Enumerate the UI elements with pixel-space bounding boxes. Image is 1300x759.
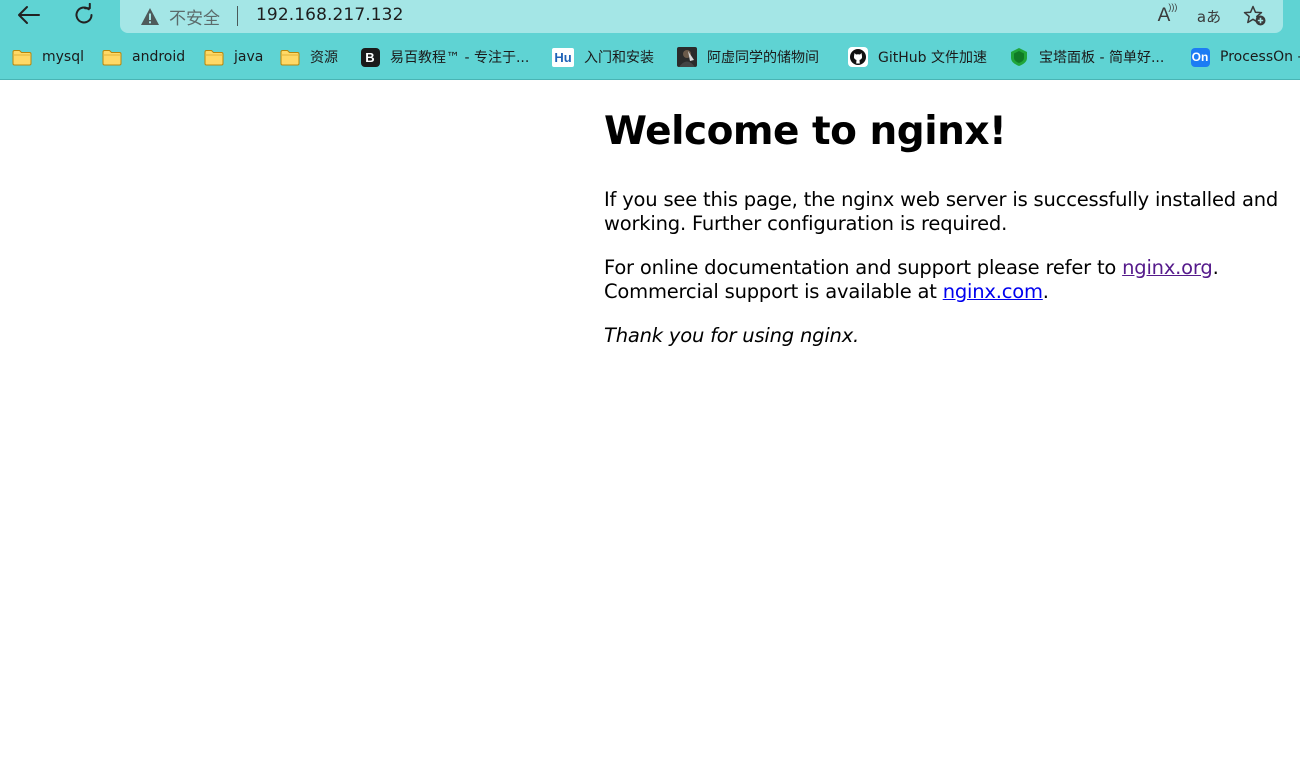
warning-triangle-icon	[141, 7, 159, 25]
bookmark-mysql[interactable]: mysql	[12, 45, 84, 69]
refresh-icon	[75, 3, 93, 24]
yiibai-icon: B	[360, 47, 380, 67]
page-content: Welcome to nginx! If you see this page, …	[604, 104, 1284, 368]
bookmark-hu[interactable]: Hu 入门和安装	[552, 45, 654, 69]
address-bar[interactable]: 不安全 192.168.217.132 A))) aあ	[120, 0, 1283, 33]
docs-paragraph: For online documentation and support ple…	[604, 256, 1284, 304]
bookmark-label: 易百教程™ - 专注于...	[390, 50, 530, 66]
browser-toolbar: 不安全 192.168.217.132 A))) aあ	[0, 0, 1300, 36]
refresh-button[interactable]	[64, 0, 104, 30]
bookmark-processon[interactable]: On ProcessOn -	[1190, 45, 1300, 69]
bookmark-github-accel[interactable]: GitHub 文件加速	[848, 45, 987, 69]
bookmark-resources[interactable]: 资源	[280, 45, 338, 69]
security-label: 不安全	[169, 8, 220, 29]
commercial-text: Commercial support is available at	[604, 280, 943, 303]
hu-icon: Hu	[552, 47, 574, 67]
bookmark-bt-panel[interactable]: 宝塔面板 - 简单好...	[1009, 45, 1164, 69]
folder-icon	[280, 48, 300, 66]
bookmark-label: 宝塔面板 - 简单好...	[1039, 50, 1165, 66]
add-favorite-button[interactable]	[1242, 4, 1268, 28]
bookmark-label: mysql	[42, 49, 84, 65]
bookmark-label: 阿虚同学的储物间	[707, 50, 819, 66]
bookmark-label: ProcessOn -	[1220, 49, 1300, 65]
page-title: Welcome to nginx!	[604, 109, 1007, 154]
bookmark-yiibai[interactable]: B 易百教程™ - 专注于...	[360, 45, 529, 69]
read-aloud-button[interactable]: A)))	[1151, 2, 1178, 28]
bookmark-label: java	[234, 49, 264, 65]
nginx-org-link[interactable]: nginx.org	[1122, 256, 1213, 279]
bookmark-label: 资源	[310, 50, 338, 66]
bookmark-axu[interactable]: 阿虚同学的储物间	[677, 45, 819, 69]
url-separator	[237, 6, 238, 26]
nginx-com-link[interactable]: nginx.com	[943, 280, 1043, 303]
security-indicator[interactable]: 不安全	[140, 3, 220, 29]
back-arrow-icon	[18, 6, 40, 24]
bookmark-label: GitHub 文件加速	[878, 50, 987, 66]
folder-icon	[204, 48, 224, 66]
translate-button[interactable]: aあ	[1196, 4, 1222, 28]
processon-icon: On	[1190, 47, 1210, 67]
folder-icon	[102, 48, 122, 66]
bt-panel-icon	[1009, 48, 1029, 66]
bookmarks-bar: mysql android java 资源 B 易百教程™ - 专注于... H…	[0, 36, 1300, 80]
thanks-text: Thank you for using nginx.	[604, 324, 860, 347]
back-button[interactable]	[9, 0, 49, 30]
bookmark-java[interactable]: java	[204, 45, 263, 69]
bookmark-label: 入门和安装	[584, 50, 654, 66]
docs-period: .	[1212, 256, 1219, 279]
read-aloud-icon: A)))	[1157, 2, 1178, 26]
intro-paragraph: If you see this page, the nginx web serv…	[604, 188, 1279, 235]
docs-text: For online documentation and support ple…	[604, 256, 1123, 279]
add-favorite-star-icon	[1243, 5, 1266, 26]
github-icon	[848, 47, 868, 67]
commercial-period: .	[1042, 280, 1049, 303]
url-text[interactable]: 192.168.217.132	[256, 5, 404, 25]
thanks-paragraph: Thank you for using nginx.	[604, 324, 1284, 348]
translate-icon: aあ	[1196, 7, 1222, 26]
folder-icon	[12, 48, 32, 66]
bookmark-android[interactable]: android	[102, 45, 185, 69]
bookmark-label: android	[132, 49, 186, 65]
avatar-icon	[677, 47, 697, 67]
